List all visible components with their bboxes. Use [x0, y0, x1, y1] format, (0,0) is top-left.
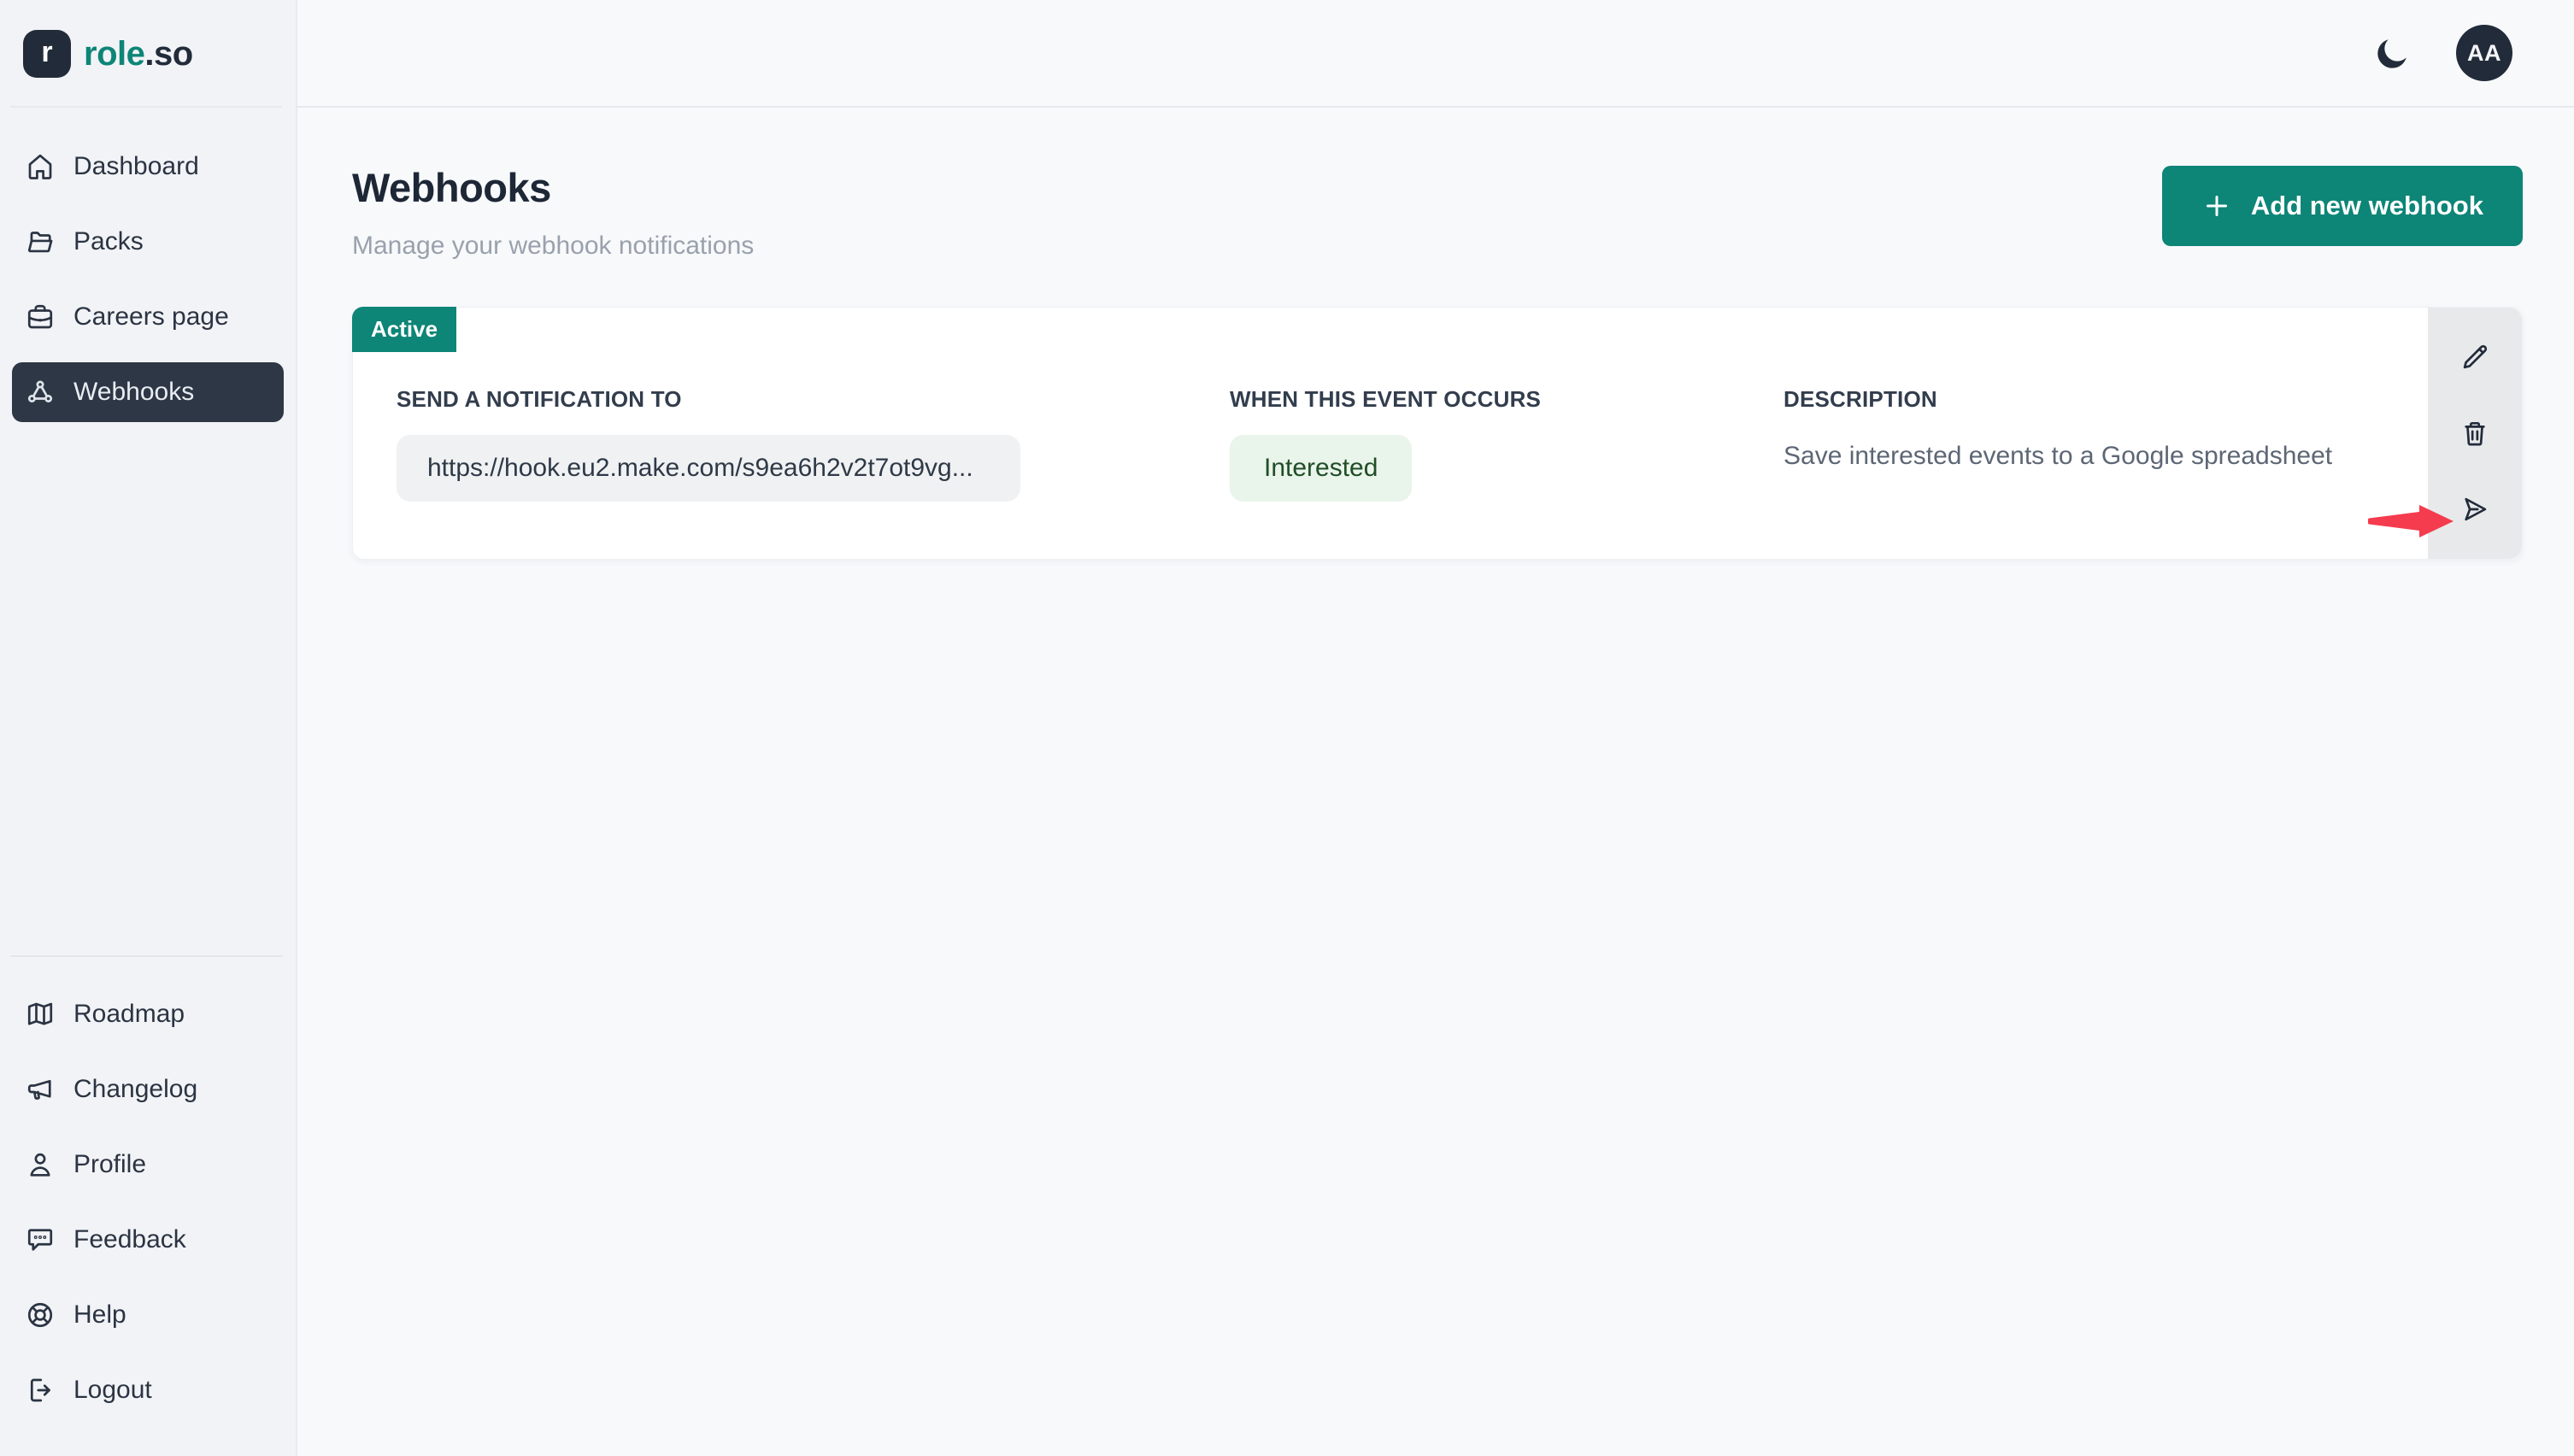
- send-test-webhook-button[interactable]: [2454, 489, 2495, 530]
- sidebar-item-label: Changelog: [73, 1075, 197, 1104]
- notification-url-label: SEND A NOTIFICATION TO: [397, 386, 1230, 413]
- sidebar-item-feedback[interactable]: Feedback: [12, 1210, 284, 1270]
- edit-webhook-button[interactable]: [2454, 337, 2495, 378]
- page-heading-block: Webhooks Manage your webhook notificatio…: [352, 164, 754, 261]
- status-badge: Active: [352, 307, 456, 352]
- pencil-icon: [2459, 341, 2491, 373]
- add-new-webhook-button[interactable]: Add new webhook: [2162, 166, 2523, 246]
- sidebar-divider: [10, 955, 282, 957]
- sidebar-item-careers[interactable]: Careers page: [12, 287, 284, 347]
- notification-url-column: SEND A NOTIFICATION TO https://hook.eu2.…: [397, 386, 1230, 502]
- trash-icon: [2459, 417, 2491, 449]
- page-title: Webhooks: [352, 164, 754, 211]
- notification-url-field[interactable]: https://hook.eu2.make.com/s9ea6h2v2t7ot9…: [397, 435, 1020, 502]
- sidebar-main-nav: Dashboard Packs Careers page Webhooks: [0, 137, 296, 437]
- map-icon: [25, 999, 56, 1030]
- sidebar-footer-nav: Roadmap Changelog Profile Feedback Help: [0, 984, 296, 1435]
- logo-text: role.so: [84, 35, 193, 73]
- webhook-action-rail: [2428, 308, 2522, 559]
- logout-icon: [25, 1375, 56, 1406]
- paper-plane-icon: [2459, 493, 2491, 525]
- sidebar-item-profile[interactable]: Profile: [12, 1135, 284, 1195]
- sidebar-item-changelog[interactable]: Changelog: [12, 1060, 284, 1119]
- home-icon: [25, 151, 56, 182]
- user-icon: [25, 1149, 56, 1180]
- page-subtitle: Manage your webhook notifications: [352, 232, 754, 261]
- sidebar-item-label: Roadmap: [73, 1000, 185, 1029]
- description-value: Save interested events to a Google sprea…: [1784, 442, 2411, 471]
- logo-mark: r: [23, 30, 71, 78]
- webhook-icon: [25, 377, 56, 408]
- plus-icon: [2201, 191, 2232, 221]
- event-column: WHEN THIS EVENT OCCURS Interested: [1230, 386, 1784, 502]
- sidebar-item-help[interactable]: Help: [12, 1285, 284, 1345]
- sidebar: r role.so Dashboard Packs Careers page: [0, 0, 297, 1456]
- sidebar-item-logout[interactable]: Logout: [12, 1360, 284, 1420]
- sidebar-item-webhooks[interactable]: Webhooks: [12, 362, 284, 422]
- chat-bubble-icon: [25, 1224, 56, 1255]
- moon-icon: [2374, 34, 2412, 72]
- webhook-card-fields: SEND A NOTIFICATION TO https://hook.eu2.…: [397, 386, 2411, 502]
- event-badge: Interested: [1230, 435, 1412, 502]
- sidebar-spacer: [0, 437, 296, 955]
- webhook-card: Active SEND A NOTIFICATION TO https://ho…: [352, 307, 2523, 560]
- topbar: AA: [297, 0, 2574, 108]
- sidebar-item-label: Webhooks: [73, 378, 194, 407]
- sidebar-item-dashboard[interactable]: Dashboard: [12, 137, 284, 197]
- event-label: WHEN THIS EVENT OCCURS: [1230, 386, 1784, 413]
- sidebar-item-packs[interactable]: Packs: [12, 212, 284, 272]
- sidebar-item-label: Packs: [73, 227, 144, 256]
- sidebar-item-label: Dashboard: [73, 152, 199, 181]
- avatar[interactable]: AA: [2456, 25, 2512, 81]
- briefcase-icon: [25, 302, 56, 332]
- logo-tld-text: .so: [144, 35, 192, 73]
- page-header: Webhooks Manage your webhook notificatio…: [352, 164, 2523, 261]
- folder-icon: [25, 226, 56, 257]
- megaphone-icon: [25, 1074, 56, 1105]
- lifebuoy-icon: [25, 1300, 56, 1330]
- sidebar-item-roadmap[interactable]: Roadmap: [12, 984, 284, 1044]
- sidebar-item-label: Logout: [73, 1376, 152, 1405]
- description-column: DESCRIPTION Save interested events to a …: [1784, 386, 2411, 502]
- description-label: DESCRIPTION: [1784, 386, 2411, 413]
- sidebar-item-label: Profile: [73, 1150, 146, 1179]
- dark-mode-toggle[interactable]: [2371, 31, 2415, 75]
- sidebar-item-label: Careers page: [73, 302, 229, 332]
- sidebar-item-label: Feedback: [73, 1225, 186, 1254]
- add-new-webhook-label: Add new webhook: [2251, 191, 2483, 221]
- sidebar-item-label: Help: [73, 1300, 126, 1330]
- main-content: Webhooks Manage your webhook notificatio…: [297, 108, 2574, 1456]
- logo[interactable]: r role.so: [0, 0, 296, 108]
- delete-webhook-button[interactable]: [2454, 413, 2495, 454]
- logo-brand-text: role: [84, 35, 144, 73]
